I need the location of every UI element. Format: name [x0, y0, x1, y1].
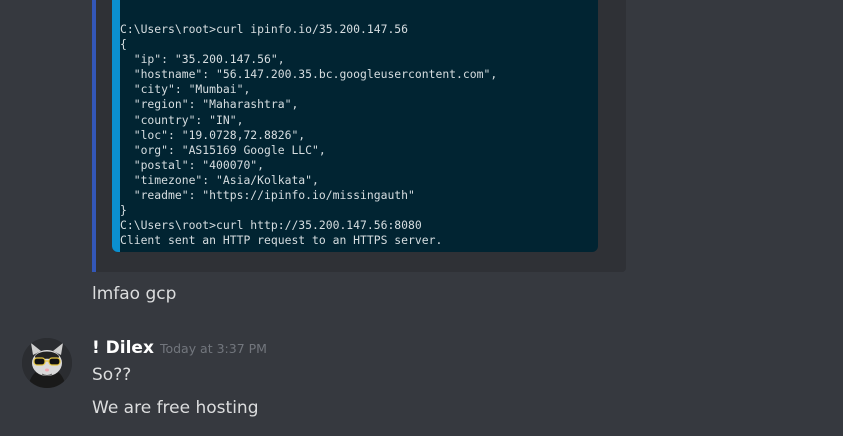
terminal-line: "loc": "19.0728,72.8826",: [120, 127, 306, 142]
terminal-output: C:\Users\root>curl ipinfo.io/35.200.147.…: [120, 22, 497, 248]
terminal-line: "readme": "https://ipinfo.io/missingauth…: [120, 188, 415, 203]
cat-with-sunglasses-avatar-icon: [22, 338, 72, 388]
chat-area: C:\Users\root>curl ipinfo.io/35.200.147.…: [0, 0, 843, 436]
message-text: So??: [92, 365, 132, 385]
message-text: We are free hosting: [92, 398, 259, 418]
terminal-line: "timezone": "Asia/Kolkata",: [120, 172, 319, 187]
terminal-line: "region": "Maharashtra",: [120, 97, 299, 112]
terminal-line: C:\Users\root>curl ipinfo.io/35.200.147.…: [120, 22, 409, 36]
terminal-screenshot[interactable]: C:\Users\root>curl ipinfo.io/35.200.147.…: [112, 0, 598, 252]
terminal-line: }: [120, 203, 127, 218]
terminal-line: Client sent an HTTP request to an HTTPS …: [120, 233, 443, 248]
avatar[interactable]: [22, 338, 72, 388]
username[interactable]: ! Dilex: [92, 338, 154, 358]
image-embed[interactable]: C:\Users\root>curl ipinfo.io/35.200.147.…: [92, 0, 626, 272]
terminal-line: "hostname": "56.147.200.35.bc.googleuser…: [120, 67, 498, 82]
terminal-line: "country": "IN",: [120, 112, 244, 127]
terminal-line: "org": "AS15169 Google LLC",: [120, 142, 326, 157]
terminal-line: C:\Users\root>curl http://35.200.147.56:…: [120, 218, 422, 233]
message-header: ! Dilex Today at 3:37 PM: [92, 338, 267, 358]
terminal-line: {: [120, 37, 127, 52]
terminal-line: "city": "Mumbai",: [120, 82, 251, 97]
terminal-accent-strip: [112, 0, 120, 252]
terminal-line: "ip": "35.200.147.56",: [120, 52, 285, 67]
timestamp: Today at 3:37 PM: [159, 341, 267, 356]
message-text: lmfao gcp: [92, 284, 177, 304]
embed-accent-bar: [92, 0, 96, 272]
terminal-line: "postal": "400070",: [120, 157, 265, 172]
